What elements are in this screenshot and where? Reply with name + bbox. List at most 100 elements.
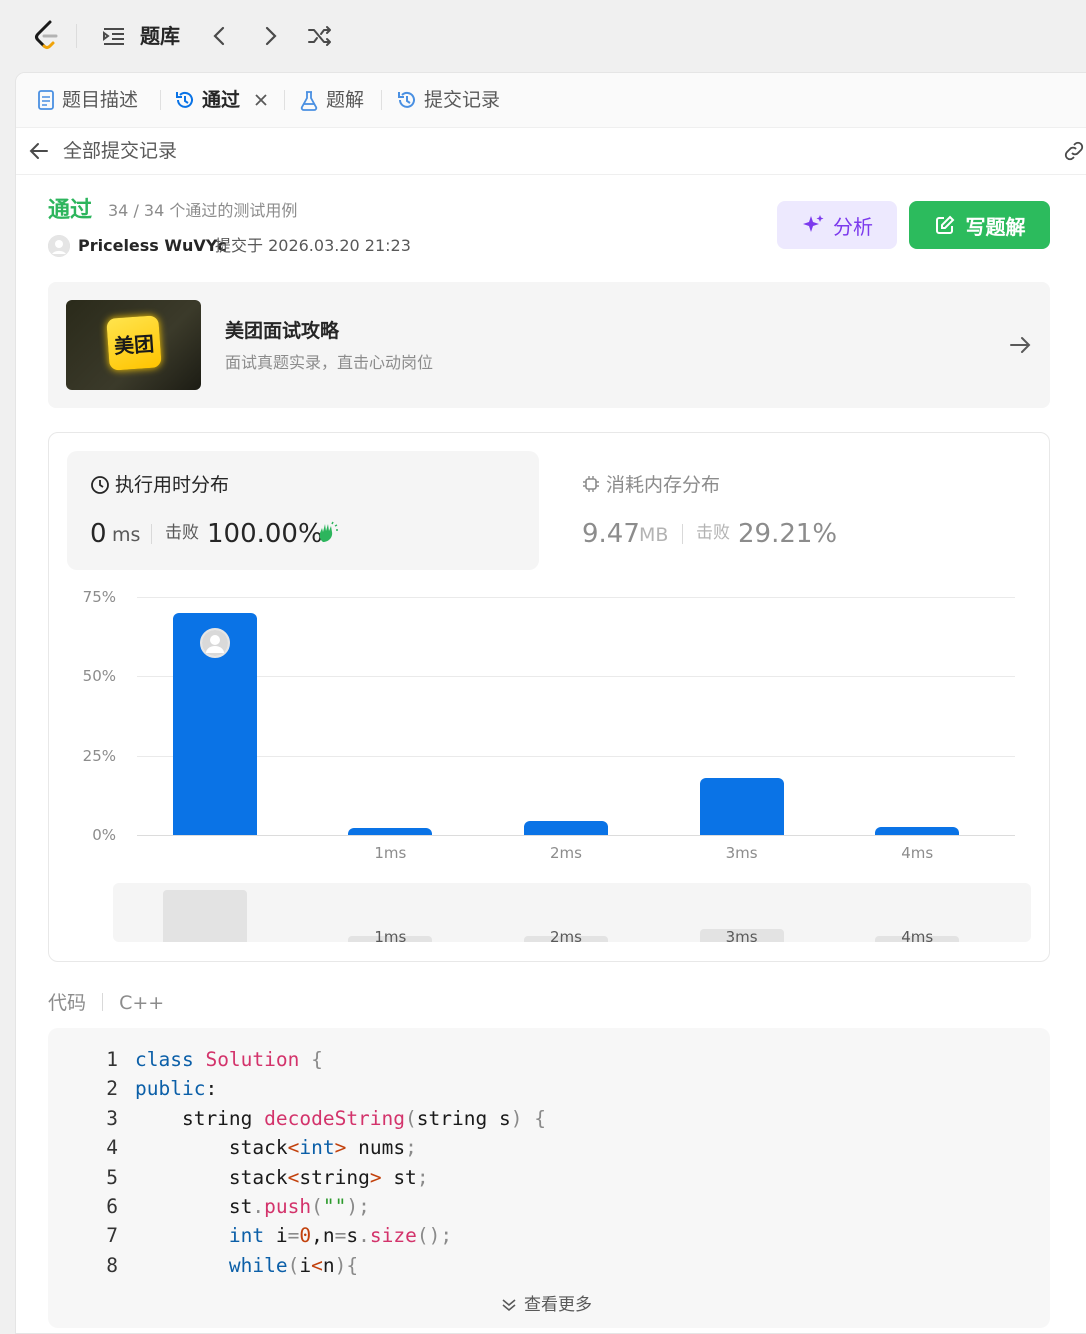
x-tick-label: 2ms — [550, 844, 582, 862]
code-line: class Solution { — [135, 1048, 323, 1071]
shuffle-icon[interactable] — [306, 22, 334, 50]
x-tick-label: 1ms — [374, 844, 407, 862]
analyze-button[interactable]: 分析 — [777, 201, 897, 249]
chevron-left-icon[interactable] — [206, 22, 234, 50]
overview-bar-0ms — [162, 889, 247, 942]
bar-3ms[interactable] — [699, 777, 784, 835]
memory-unit: MB — [639, 524, 669, 546]
tab-accepted[interactable]: 通过 — [174, 86, 270, 114]
analyze-label: 分析 — [833, 214, 873, 239]
x-tick-label: 4ms — [901, 844, 934, 862]
line-number: 4 — [106, 1136, 118, 1160]
divider — [76, 24, 77, 48]
problem-bank-link[interactable]: 题库 — [140, 22, 180, 50]
runtime-beats: 100.00% — [207, 519, 323, 549]
write-solution-button[interactable]: 写题解 — [909, 201, 1050, 249]
code-line: string decodeString(string s) { — [135, 1106, 546, 1130]
code-header: 代码 C++ — [48, 990, 164, 1016]
leetcode-logo-icon[interactable] — [30, 18, 64, 52]
show-more-label: 查看更多 — [524, 1295, 592, 1315]
code-line: while(i<n){ — [228, 1253, 359, 1277]
tab-description[interactable]: 题目描述 — [36, 86, 138, 114]
gridline — [137, 835, 1015, 836]
runtime-card[interactable] — [67, 451, 539, 570]
bar-1ms[interactable] — [348, 828, 433, 835]
tab-label: 题解 — [326, 89, 365, 111]
runtime-value: 0 — [90, 519, 107, 549]
code-line: int i=0,n=s.size(); — [228, 1224, 453, 1248]
write-solution-label: 写题解 — [965, 214, 1026, 239]
y-tick-label: 25% — [82, 746, 116, 765]
overview-tick-label: 2ms — [550, 928, 582, 946]
submitted-time: 提交于 2026.03.20 21:23 — [215, 236, 411, 255]
all-submissions-link[interactable]: 全部提交记录 — [63, 138, 177, 164]
bar-2ms[interactable] — [524, 820, 608, 835]
arrow-right-icon[interactable] — [1008, 334, 1032, 356]
clock-icon — [91, 476, 109, 494]
divider — [682, 524, 683, 544]
chevron-right-icon[interactable] — [256, 22, 284, 50]
divider — [160, 90, 161, 110]
arrow-left-icon[interactable] — [28, 140, 50, 162]
tab-solutions[interactable]: 题解 — [298, 86, 364, 114]
memory-value: 9.47 — [582, 519, 640, 549]
user-icon — [48, 235, 70, 257]
banner-title: 美团面试攻略 — [225, 320, 340, 342]
x-tick-label: 3ms — [725, 844, 758, 862]
show-more-button[interactable]: 查看更多 — [500, 1293, 592, 1317]
overview-tick-label: 4ms — [901, 928, 934, 946]
bar-4ms[interactable] — [875, 827, 960, 835]
username[interactable]: Priceless WuVYc — [78, 234, 227, 258]
divider — [151, 524, 152, 544]
meituan-logo: 美团 — [106, 315, 162, 371]
overview-tick-label: 3ms — [725, 928, 758, 946]
double-chevron-down-icon — [502, 1299, 516, 1312]
my-submission-avatar — [199, 627, 230, 658]
history-icon — [398, 91, 415, 108]
clap-icon — [319, 521, 338, 542]
tab-label: 提交记录 — [424, 89, 501, 111]
status-label: 通过 — [48, 198, 93, 223]
overview-tick-label: 1ms — [374, 928, 407, 946]
line-number: 6 — [106, 1195, 118, 1218]
tab-submissions[interactable]: 提交记录 — [396, 86, 500, 114]
testcases-passed: 34 / 34 个通过的测试用例 — [108, 201, 298, 220]
line-number: 8 — [106, 1253, 118, 1277]
line-number: 1 — [106, 1048, 118, 1071]
chip-icon — [583, 476, 599, 492]
code-line: stack<string> st; — [135, 1165, 429, 1189]
tab-label: 通过 — [202, 89, 241, 111]
flask-icon — [300, 91, 318, 111]
link-icon[interactable] — [1062, 140, 1086, 162]
gridline — [137, 676, 1015, 678]
runtime-label: 执行用时分布 — [115, 474, 230, 496]
y-tick-label: 0% — [92, 826, 116, 844]
memory-beats-label: 击败 — [696, 523, 730, 543]
gridline — [137, 755, 1015, 757]
avatar[interactable] — [48, 235, 70, 257]
memory-beats: 29.21% — [738, 519, 838, 549]
line-number: 5 — [106, 1165, 118, 1189]
edit-icon — [935, 215, 954, 234]
code-language: C++ — [119, 992, 165, 1014]
code-line: public: — [135, 1077, 218, 1101]
line-number: 2 — [106, 1077, 118, 1101]
banner-subtitle: 面试真题实录，直击心动岗位 — [225, 353, 434, 372]
code-label: 代码 — [48, 992, 87, 1014]
code-line: st.push(""); — [135, 1195, 370, 1218]
line-number: 3 — [106, 1106, 118, 1130]
runtime-unit: ms — [112, 524, 141, 546]
gridline — [137, 597, 1015, 598]
y-tick-label: 50% — [82, 667, 116, 686]
sparkle-icon — [803, 215, 824, 232]
tab-label: 题目描述 — [62, 89, 139, 111]
code-line: stack<int> nums; — [135, 1136, 417, 1160]
divider — [381, 90, 382, 110]
history-icon — [176, 91, 193, 108]
close-icon[interactable] — [252, 91, 270, 109]
line-number: 7 — [106, 1224, 118, 1248]
list-icon[interactable] — [100, 22, 128, 50]
divider — [284, 90, 285, 110]
memory-label[interactable]: 消耗内存分布 — [606, 472, 720, 498]
runtime-beats-label: 击败 — [165, 523, 199, 543]
